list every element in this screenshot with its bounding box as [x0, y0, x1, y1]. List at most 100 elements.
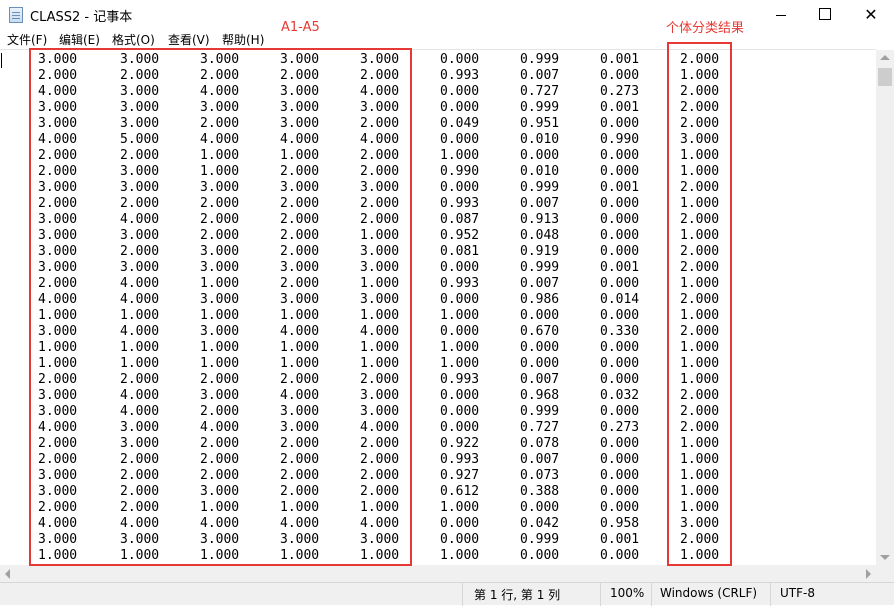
value-p2: 0.919 — [520, 244, 560, 259]
notepad-icon — [9, 7, 23, 23]
value-p2: 0.007 — [520, 452, 560, 467]
minimize-button[interactable] — [758, 0, 804, 30]
value-p1: 1.000 — [440, 548, 480, 563]
menu-bar: 文件(F) 编辑(E) 格式(O) 查看(V) 帮助(H) — [0, 30, 894, 49]
close-icon: ✕ — [864, 5, 878, 24]
value-p2: 0.999 — [520, 532, 560, 547]
value-p3: 0.000 — [600, 356, 640, 371]
value-p1: 0.993 — [440, 276, 480, 291]
value-p3: 0.001 — [600, 52, 640, 67]
value-p1: 0.000 — [440, 132, 480, 147]
value-p1: 0.990 — [440, 164, 480, 179]
value-p3: 0.000 — [600, 148, 640, 163]
annotation-label-result: 个体分类结果 — [666, 21, 745, 36]
scroll-up-icon[interactable] — [880, 55, 890, 60]
value-p2: 0.968 — [520, 388, 560, 403]
title-bar: CLASS2 - 记事本 ✕ — [0, 0, 894, 30]
value-p3: 0.000 — [600, 308, 640, 323]
menu-file[interactable]: 文件(F) — [7, 31, 47, 48]
value-p3: 0.000 — [600, 164, 640, 179]
value-p2: 0.007 — [520, 372, 560, 387]
value-p2: 0.727 — [520, 84, 560, 99]
close-button[interactable]: ✕ — [848, 0, 894, 30]
value-p1: 0.000 — [440, 52, 480, 67]
status-separator — [600, 583, 601, 606]
value-p2: 0.999 — [520, 100, 560, 115]
value-p1: 0.922 — [440, 436, 480, 451]
value-p1: 0.081 — [440, 244, 480, 259]
horizontal-scrollbar[interactable] — [0, 565, 876, 582]
value-p2: 0.073 — [520, 468, 560, 483]
maximize-icon — [819, 8, 831, 20]
value-p2: 0.000 — [520, 148, 560, 163]
cursor-position: 第 1 行, 第 1 列 — [474, 588, 561, 602]
value-p3: 0.000 — [600, 436, 640, 451]
value-p1: 0.993 — [440, 452, 480, 467]
value-p1: 0.000 — [440, 404, 480, 419]
encoding: UTF-8 — [780, 586, 815, 600]
value-p2: 0.000 — [520, 500, 560, 515]
value-p2: 0.999 — [520, 404, 560, 419]
window-title: CLASS2 - 记事本 — [30, 10, 133, 25]
value-p1: 0.000 — [440, 532, 480, 547]
value-p3: 0.000 — [600, 228, 640, 243]
value-p1: 0.000 — [440, 292, 480, 307]
value-p2: 0.727 — [520, 420, 560, 435]
scroll-right-icon[interactable] — [866, 569, 871, 579]
value-p1: 0.993 — [440, 196, 480, 211]
value-p2: 0.999 — [520, 260, 560, 275]
vertical-scroll-thumb[interactable] — [878, 68, 892, 86]
menu-view[interactable]: 查看(V) — [168, 31, 210, 48]
value-p2: 0.000 — [520, 340, 560, 355]
value-p1: 1.000 — [440, 356, 480, 371]
menu-edit[interactable]: 编辑(E) — [59, 31, 100, 48]
value-p1: 0.000 — [440, 324, 480, 339]
value-p2: 0.986 — [520, 292, 560, 307]
value-p2: 0.078 — [520, 436, 560, 451]
value-p3: 0.000 — [600, 548, 640, 563]
value-p3: 0.000 — [600, 244, 640, 259]
menu-help[interactable]: 帮助(H) — [222, 31, 264, 48]
value-p3: 0.014 — [600, 292, 640, 307]
maximize-button[interactable] — [802, 0, 848, 30]
value-p1: 0.049 — [440, 116, 480, 131]
value-p2: 0.000 — [520, 548, 560, 563]
value-p2: 0.042 — [520, 516, 560, 531]
value-p1: 0.927 — [440, 468, 480, 483]
text-caret — [1, 53, 2, 68]
value-p3: 0.273 — [600, 420, 640, 435]
value-p2: 0.007 — [520, 196, 560, 211]
value-p1: 0.000 — [440, 388, 480, 403]
value-p1: 1.000 — [440, 308, 480, 323]
value-p3: 0.032 — [600, 388, 640, 403]
annotation-box-result — [667, 42, 732, 566]
value-p2: 0.670 — [520, 324, 560, 339]
value-p2: 0.010 — [520, 164, 560, 179]
value-p2: 0.951 — [520, 116, 560, 131]
zoom-level: 100% — [610, 586, 645, 600]
value-p3: 0.000 — [600, 196, 640, 211]
value-p3: 0.330 — [600, 324, 640, 339]
scroll-down-icon[interactable] — [880, 555, 890, 560]
value-p3: 0.000 — [600, 484, 640, 499]
menu-format[interactable]: 格式(O) — [112, 31, 155, 48]
value-p3: 0.000 — [600, 340, 640, 355]
value-p1: 1.000 — [440, 500, 480, 515]
value-p3: 0.000 — [600, 372, 640, 387]
value-p3: 0.000 — [600, 212, 640, 227]
vertical-scrollbar[interactable] — [876, 50, 894, 565]
value-p3: 0.958 — [600, 516, 640, 531]
scrollbar-corner — [876, 565, 894, 582]
value-p2: 0.913 — [520, 212, 560, 227]
scroll-left-icon[interactable] — [5, 569, 10, 579]
status-separator — [770, 583, 771, 606]
value-p1: 0.993 — [440, 372, 480, 387]
value-p3: 0.000 — [600, 276, 640, 291]
value-p1: 0.000 — [440, 516, 480, 531]
status-bar: 第 1 行, 第 1 列 100% Windows (CRLF) UTF-8 — [0, 582, 894, 606]
value-p1: 0.612 — [440, 484, 480, 499]
value-p3: 0.000 — [600, 500, 640, 515]
value-p2: 0.007 — [520, 276, 560, 291]
value-p2: 0.388 — [520, 484, 560, 499]
value-p3: 0.000 — [600, 68, 640, 83]
